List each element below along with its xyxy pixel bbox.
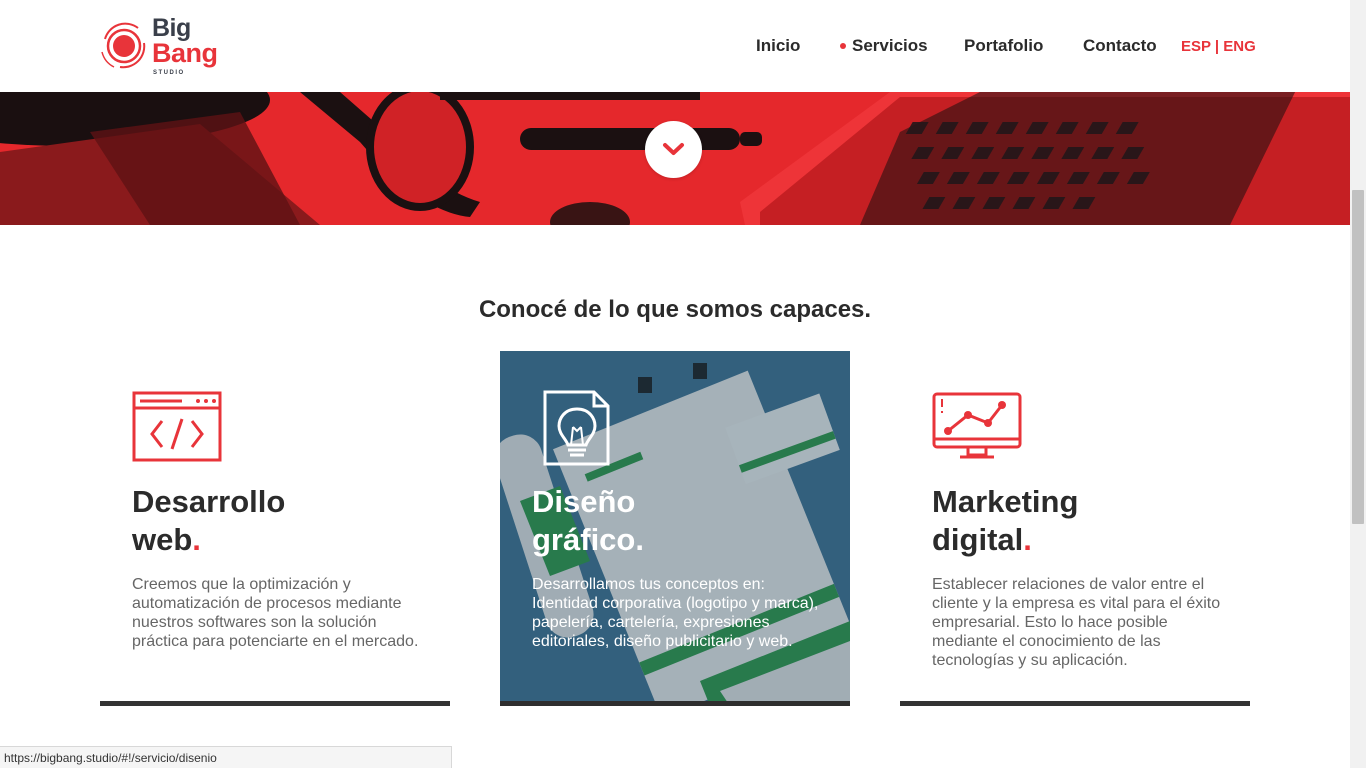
service-card-web[interactable]: Desarrollo web. Creemos que la optimizac… [100, 351, 450, 706]
nav-item-servicios-label: Servicios [852, 36, 928, 55]
nav-item-servicios[interactable]: Servicios [840, 36, 928, 56]
active-indicator-dot [840, 43, 846, 49]
card-bottom-bar [100, 701, 450, 706]
logo-tagline: STUDIO [153, 70, 185, 76]
card-title: Marketing digital. [932, 483, 1232, 559]
site-header: Big Bang STUDIO Inicio Servicios Portafo… [0, 0, 1350, 92]
service-card-design[interactable]: Diseño gráfico. Desarrollamos tus concep… [500, 351, 850, 706]
title-accent-dot: . [635, 522, 644, 557]
card-title-line-2: web [132, 522, 193, 557]
card-bottom-bar [900, 701, 1250, 706]
card-bottom-bar [500, 701, 850, 706]
card-title: Desarrollo web. [132, 483, 432, 559]
card-title: Diseño gráfico. [532, 483, 832, 559]
service-card-marketing[interactable]: Marketing digital. Establecer relaciones… [900, 351, 1250, 706]
chevron-down-icon [663, 143, 684, 155]
card-description: Establecer relaciones de valor entre el … [932, 576, 1221, 669]
title-accent-dot: . [1023, 522, 1032, 557]
lightbulb-document-icon [543, 390, 610, 466]
card-title-line-2: digital [932, 522, 1024, 557]
title-accent-dot: . [192, 522, 201, 557]
lang-eng[interactable]: ENG [1223, 38, 1256, 55]
card-description: Creemos que la optimización y automatiza… [132, 576, 419, 650]
nav-item-inicio[interactable]: Inicio [756, 36, 800, 56]
lang-esp[interactable]: ESP [1181, 38, 1211, 55]
language-switcher: ESP | ENG [1181, 38, 1256, 55]
card-title-line-2: gráfico [532, 522, 636, 557]
card-title-line-1: Marketing [932, 484, 1079, 519]
page-scrollbar[interactable] [1350, 0, 1366, 768]
card-title-line-1: Diseño [532, 484, 636, 519]
card-description: Desarrollamos tus conceptos en: Identida… [532, 576, 819, 650]
link-status-bar: https://bigbang.studio/#!/servicio/disen… [0, 746, 452, 768]
section-title: Conocé de lo que somos capaces. [478, 296, 872, 323]
main-nav: Inicio Servicios Portafolio Contacto [0, 36, 1350, 58]
nav-item-portafolio[interactable]: Portafolio [964, 36, 1043, 56]
code-window-icon [132, 391, 222, 462]
scrollbar-thumb[interactable] [1352, 190, 1364, 524]
card-title-line-1: Desarrollo [132, 484, 286, 519]
monitor-chart-icon [932, 392, 1022, 459]
scroll-down-button[interactable] [645, 121, 702, 178]
lang-separator: | [1210, 38, 1224, 55]
nav-item-contacto[interactable]: Contacto [1083, 36, 1157, 56]
